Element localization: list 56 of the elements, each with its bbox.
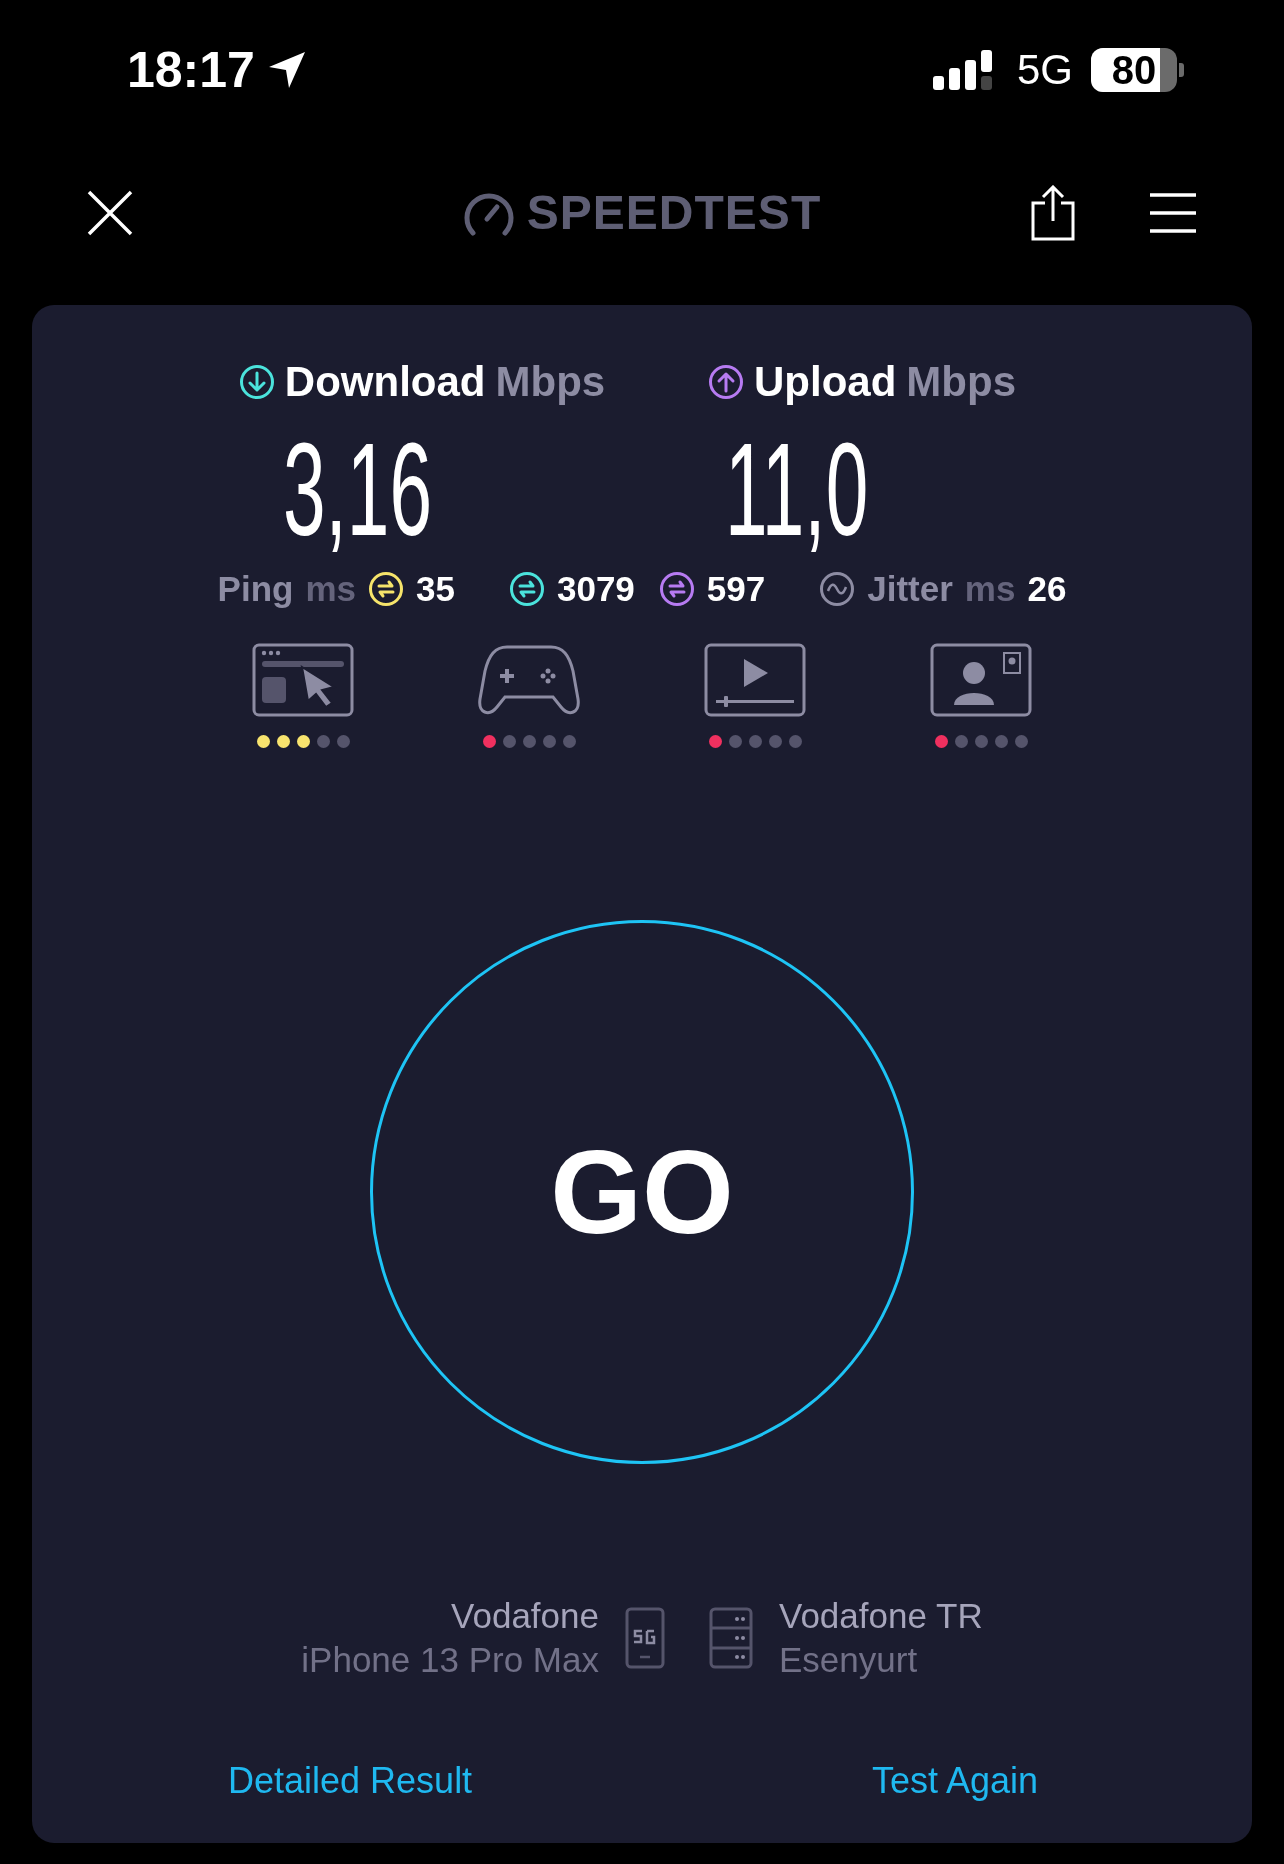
ping-icon xyxy=(368,571,405,607)
rating-dot xyxy=(994,735,1008,748)
rating-dot xyxy=(336,735,350,748)
ping-label: Ping xyxy=(217,569,294,609)
unit-label: Mbps xyxy=(906,358,1016,406)
text-link[interactable]: Detailed Result xyxy=(228,1760,473,1802)
rating-dot xyxy=(748,735,762,748)
rating-dot xyxy=(316,735,330,748)
clock-time: 18:17 xyxy=(127,41,255,99)
ping-value: 597 xyxy=(706,569,766,609)
ping-icon xyxy=(508,571,545,607)
server-icon xyxy=(709,1607,753,1669)
rating-dot xyxy=(276,735,290,748)
app-logo: SPEEDTEST xyxy=(526,185,822,240)
text-link[interactable]: Test Again xyxy=(871,1760,1038,1802)
upload-icon xyxy=(708,364,744,400)
rating-dot xyxy=(562,735,576,748)
close-icon[interactable] xyxy=(86,188,134,237)
rating-dot xyxy=(1014,735,1028,748)
menu-icon[interactable] xyxy=(1150,191,1196,234)
ping-value: 3079 xyxy=(556,569,635,609)
rating-dot xyxy=(974,735,988,748)
video-player-icon xyxy=(704,643,806,717)
rating-dot xyxy=(728,735,742,748)
video-call-icon xyxy=(930,643,1032,717)
speed-value: 11,0 xyxy=(725,425,869,555)
share-icon[interactable] xyxy=(1031,184,1075,241)
speed-value: 3,16 xyxy=(282,425,432,555)
device-name: iPhone 13 Pro Max xyxy=(301,1639,599,1681)
rating-dot xyxy=(502,735,516,748)
jitter-value: 26 xyxy=(1027,569,1067,609)
wave-icon xyxy=(819,571,856,607)
provider-name: Vodafone xyxy=(451,1595,599,1637)
jitter-label: Jitter xyxy=(867,569,953,609)
rating-dot xyxy=(542,735,556,748)
result-label: Download xyxy=(284,358,486,406)
rating-dot xyxy=(788,735,802,748)
browser-cursor-icon xyxy=(252,643,354,717)
gamepad-icon xyxy=(477,643,581,717)
unit-label: Mbps xyxy=(495,358,606,406)
server-location: Esenyurt xyxy=(779,1639,918,1681)
battery-indicator: 80 xyxy=(1091,48,1184,92)
go-button[interactable]: GO xyxy=(370,920,914,1464)
download-icon xyxy=(238,364,275,400)
unit-label: ms xyxy=(964,569,1016,609)
rating-dot xyxy=(954,735,968,748)
result-label: Upload xyxy=(754,358,897,406)
server-name: Vodafone TR xyxy=(779,1595,983,1637)
rating-dot xyxy=(296,735,310,748)
network-type: 5G xyxy=(1016,46,1073,94)
unit-label: ms xyxy=(305,569,357,609)
phone-icon xyxy=(625,1607,665,1669)
rating-dot xyxy=(522,735,536,748)
ping-value: 35 xyxy=(416,569,455,609)
ping-icon xyxy=(658,571,695,607)
rating-dot xyxy=(768,735,782,748)
